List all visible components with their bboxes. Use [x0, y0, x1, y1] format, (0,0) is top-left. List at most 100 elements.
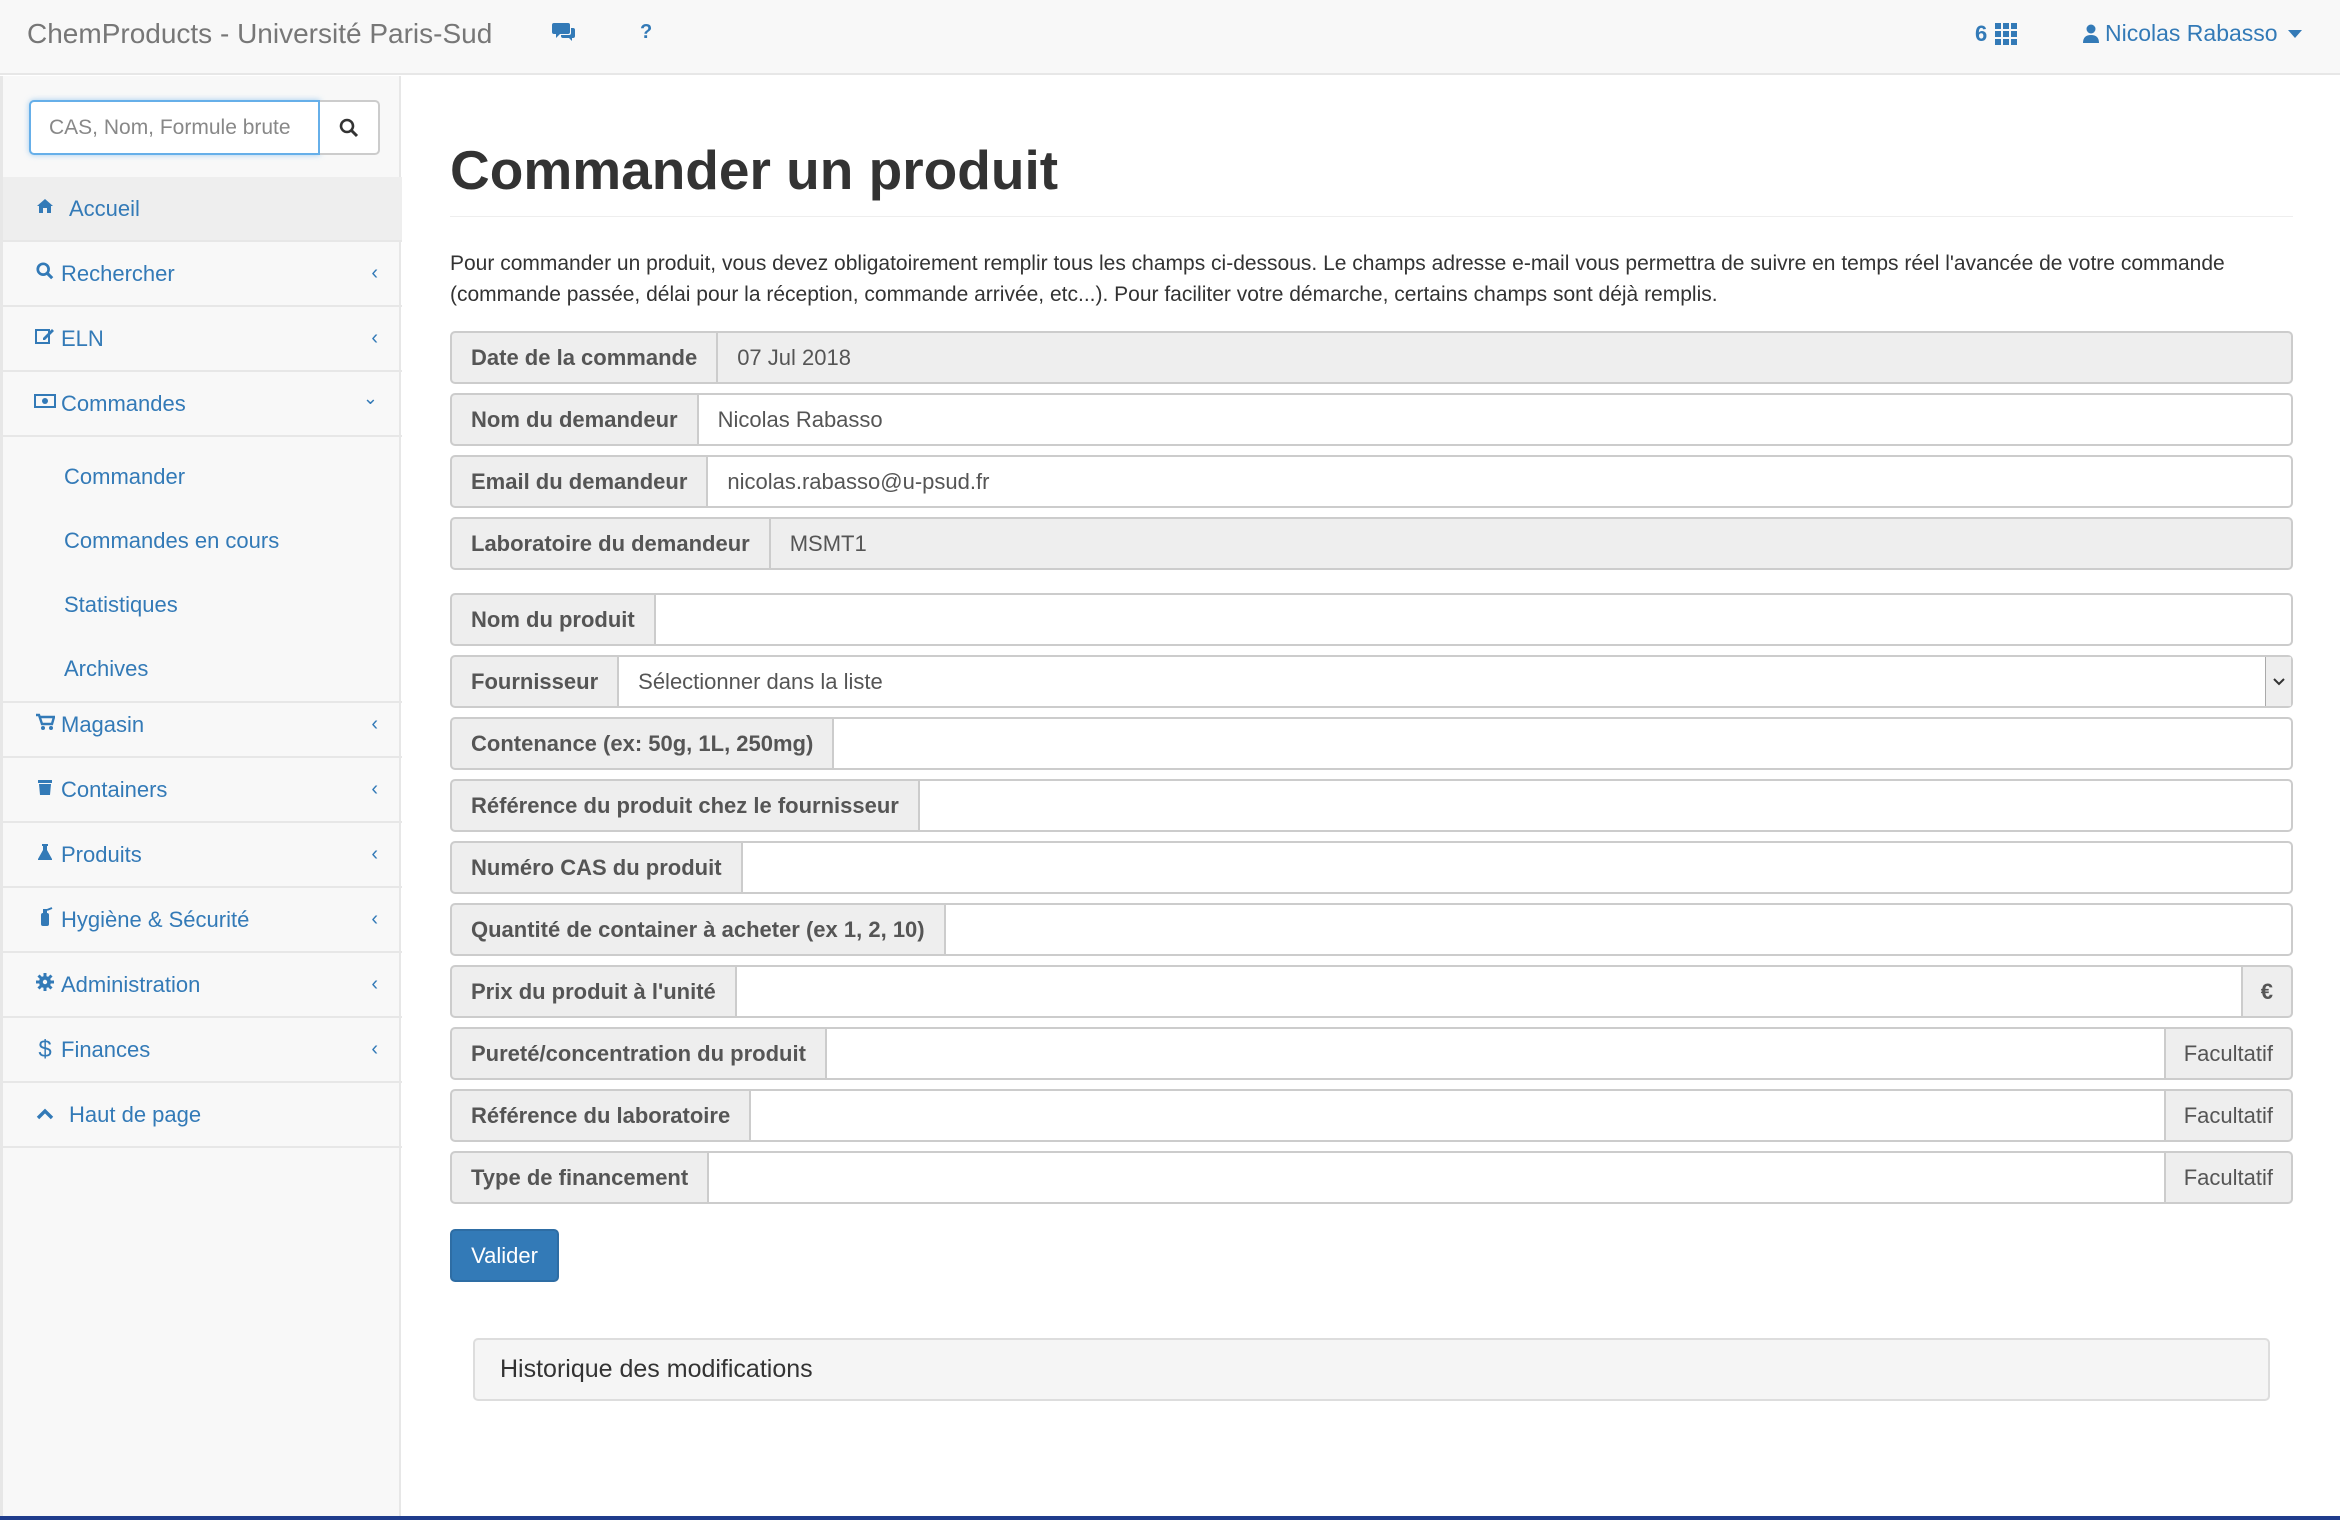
window-bottom-border: [0, 1516, 2340, 1520]
email-label: Email du demandeur: [450, 455, 709, 508]
chevron-down-icon: ⌄: [362, 388, 378, 408]
sidebar-item-label: Accueil: [69, 195, 140, 221]
page-title: Commander un produit: [450, 139, 1059, 201]
sidebar-item-label: Administration: [61, 971, 201, 997]
sidebar-item-rechercher[interactable]: Rechercher ‹: [3, 242, 402, 307]
reference-row: Référence du produit chez le fournisseur: [450, 779, 2293, 832]
chevron-left-icon: ‹: [371, 973, 378, 995]
search-input[interactable]: [29, 100, 320, 155]
history-title: Historique des modifications: [500, 1355, 813, 1383]
sidebar-item-commandes[interactable]: Commandes ⌄: [3, 372, 402, 437]
sidebar-subitem-commandes-en-cours[interactable]: Commandes en cours: [3, 509, 402, 573]
reference-field[interactable]: [919, 779, 2293, 832]
purete-field[interactable]: [826, 1027, 2166, 1080]
financement-row: Type de financement Facultatif: [450, 1151, 2293, 1204]
contenance-row: Contenance (ex: 50g, 1L, 250mg): [450, 717, 2293, 770]
sidebar-item-containers[interactable]: Containers ‹: [3, 758, 402, 823]
facultatif-addon: Facultatif: [2165, 1027, 2293, 1080]
top-navbar: ChemProducts - Université Paris-Sud ? 6 …: [0, 0, 2340, 75]
brand-link[interactable]: ChemProducts - Université Paris-Sud: [27, 18, 492, 50]
sidebar-item-label: Rechercher: [61, 260, 175, 286]
cas-row: Numéro CAS du produit: [450, 841, 2293, 894]
sidebar-item-label: Magasin: [61, 711, 145, 737]
sidebar-item-produits[interactable]: Produits ‹: [3, 823, 402, 888]
facultatif-addon: Facultatif: [2165, 1089, 2293, 1142]
comments-icon[interactable]: [552, 21, 576, 49]
nom-field[interactable]: Nicolas Rabasso: [698, 393, 2293, 446]
date-row: Date de la commande 07 Jul 2018: [450, 331, 2293, 384]
user-menu[interactable]: Nicolas Rabasso: [2083, 20, 2302, 47]
search-button[interactable]: [320, 100, 380, 155]
chevron-up-icon: [33, 1103, 57, 1126]
sidebar-menu: Accueil Rechercher ‹ ELN ‹ Commandes ⌄: [3, 177, 402, 437]
apps-menu[interactable]: 6: [1975, 21, 2018, 47]
flask-icon: [33, 843, 57, 867]
purete-label: Pureté/concentration du produit: [450, 1027, 827, 1080]
chevron-left-icon: ‹: [371, 327, 378, 349]
sidebar: Accueil Rechercher ‹ ELN ‹ Commandes ⌄ C…: [0, 76, 402, 1520]
sidebar-subitem-commander[interactable]: Commander: [3, 445, 402, 509]
dollar-icon: $: [38, 1035, 52, 1063]
labo-row: Laboratoire du demandeur MSMT1: [450, 517, 2293, 570]
labo-label: Laboratoire du demandeur: [450, 517, 771, 570]
caret-down-icon: [2287, 29, 2302, 38]
chevron-left-icon: ‹: [371, 778, 378, 800]
labo-field: MSMT1: [770, 517, 2293, 570]
chevron-left-icon: ‹: [371, 262, 378, 284]
euro-addon: €: [2242, 965, 2293, 1018]
prix-field[interactable]: [736, 965, 2243, 1018]
sidebar-item-finances[interactable]: $ Finances ‹: [3, 1018, 402, 1083]
quantite-field[interactable]: [945, 903, 2293, 956]
valider-button[interactable]: Valider: [450, 1229, 559, 1282]
sidebar-subitem-statistiques[interactable]: Statistiques: [3, 573, 402, 637]
produit-field[interactable]: [655, 593, 2293, 646]
ref-labo-field[interactable]: [751, 1089, 2166, 1142]
financement-field[interactable]: [709, 1151, 2166, 1204]
prix-row: Prix du produit à l'unité €: [450, 965, 2293, 1018]
home-icon: [33, 197, 57, 220]
email-field[interactable]: nicolas.rabasso@u-psud.fr: [708, 455, 2293, 508]
cog-icon: [33, 972, 57, 997]
ref-labo-label: Référence du laboratoire: [450, 1089, 752, 1142]
cart-icon: [33, 713, 57, 737]
facultatif-addon: Facultatif: [2165, 1151, 2293, 1204]
sidebar-item-eln[interactable]: ELN ‹: [3, 307, 402, 372]
sidebar-item-label: Containers: [61, 776, 168, 802]
date-field: 07 Jul 2018: [718, 331, 2293, 384]
intro-text: Pour commander un produit, vous devez ob…: [450, 252, 2225, 306]
cas-field[interactable]: [742, 841, 2293, 894]
chevron-left-icon: ‹: [371, 843, 378, 865]
cas-label: Numéro CAS du produit: [450, 841, 743, 894]
fournisseur-select[interactable]: Sélectionner dans la liste: [619, 655, 2293, 708]
sidebar-item-label: Finances: [61, 1036, 151, 1062]
help-link[interactable]: ?: [640, 21, 652, 44]
sidebar-item-haut-de-page[interactable]: Haut de page: [3, 1083, 402, 1148]
produit-label: Nom du produit: [450, 593, 656, 646]
chevron-left-icon: ‹: [371, 1038, 378, 1060]
contenance-field[interactable]: [834, 717, 2293, 770]
reference-label: Référence du produit chez le fournisseur: [450, 779, 920, 832]
history-panel[interactable]: Historique des modifications: [473, 1338, 2270, 1401]
fournisseur-selected: Sélectionner dans la liste: [638, 668, 883, 694]
fournisseur-label: Fournisseur: [450, 655, 620, 708]
search-icon: [339, 118, 359, 137]
email-row: Email du demandeur nicolas.rabasso@u-psu…: [450, 455, 2293, 508]
sidebar-search: [29, 100, 380, 155]
nom-row: Nom du demandeur Nicolas Rabasso: [450, 393, 2293, 446]
sidebar-item-accueil[interactable]: Accueil: [3, 177, 402, 242]
edit-icon: [33, 327, 57, 351]
chevron-down-icon[interactable]: [2265, 657, 2291, 706]
ref-labo-row: Référence du laboratoire Facultatif: [450, 1089, 2293, 1142]
sidebar-subitem-archives[interactable]: Archives: [3, 637, 402, 701]
sidebar-item-magasin[interactable]: Magasin ‹: [3, 693, 402, 758]
sidebar-item-administration[interactable]: Administration ‹: [3, 953, 402, 1018]
nom-label: Nom du demandeur: [450, 393, 699, 446]
th-grid-icon: [1995, 23, 2018, 45]
sidebar-item-label: Commandes: [61, 390, 186, 416]
sidebar-item-hygiene-securite[interactable]: Hygiène & Sécurité ‹: [3, 888, 402, 953]
financement-label: Type de financement: [450, 1151, 710, 1204]
user-name: Nicolas Rabasso: [2105, 20, 2278, 46]
fournisseur-row: Fournisseur Sélectionner dans la liste: [450, 655, 2293, 708]
chevron-left-icon: ‹: [371, 908, 378, 930]
trash-icon: [33, 778, 57, 802]
